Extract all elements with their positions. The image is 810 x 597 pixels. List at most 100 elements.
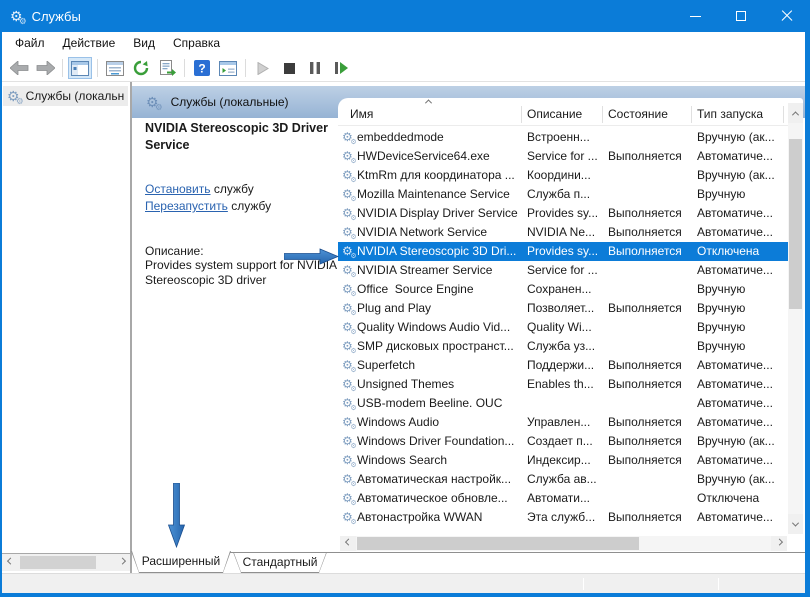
menu-item-действие[interactable]: Действие [54, 32, 125, 55]
service-description: Позволяет... [527, 301, 605, 315]
service-gear-icon [342, 511, 353, 523]
service-row[interactable]: Windows Audio Управлен... Выполняется Ав… [338, 413, 788, 432]
close-button[interactable] [764, 0, 810, 32]
export-list-button[interactable] [155, 57, 179, 79]
service-row[interactable]: USB-modem Beeline. OUC Автоматиче... [338, 394, 788, 413]
stop-service-icon [284, 63, 295, 74]
restart-service-link[interactable]: Перезапустить [145, 199, 228, 213]
forward-button[interactable] [33, 57, 57, 79]
restart-service-icon [335, 62, 348, 74]
toolbar: ? [2, 55, 805, 82]
svg-text:?: ? [198, 62, 205, 76]
restart-service-button[interactable] [329, 57, 353, 79]
service-row[interactable]: Windows Search Индексир... Выполняется А… [338, 451, 788, 470]
column-header-startup-type[interactable]: Тип запуска [697, 107, 763, 121]
menu-item-вид[interactable]: Вид [124, 32, 164, 55]
service-row[interactable]: Windows Driver Foundation... Создает п..… [338, 432, 788, 451]
service-row[interactable]: HWDeviceService64.exe Service for ... Вы… [338, 147, 788, 166]
service-row[interactable]: NVIDIA Network Service NVIDIA Ne... Выпо… [338, 223, 788, 242]
column-header-status[interactable]: Состояние [608, 107, 668, 121]
service-name: Mozilla Maintenance Service [357, 187, 519, 201]
help-icon: ? [194, 60, 210, 76]
service-row[interactable]: KtmRm для координатора ... Координи... В… [338, 166, 788, 185]
properties-button[interactable] [103, 57, 127, 79]
service-name: NVIDIA Streamer Service [357, 263, 519, 277]
service-status: Выполняется [608, 510, 693, 524]
refresh-icon [133, 60, 149, 76]
service-gear-icon [342, 131, 353, 143]
services-window: Службы ФайлДействиеВидСправка [0, 0, 810, 597]
show-action-pane-icon [219, 61, 237, 76]
scroll-right-button[interactable] [114, 554, 130, 571]
service-startup-type: Вручную (ак... [697, 130, 785, 144]
toolbar-separator [245, 59, 246, 77]
column-divider[interactable] [783, 106, 784, 123]
service-status: Выполняется [608, 225, 693, 239]
service-row[interactable]: Quality Windows Audio Vid... Quality Wi.… [338, 318, 788, 337]
scroll-left-button[interactable] [2, 554, 18, 571]
show-action-pane-button[interactable] [216, 57, 240, 79]
list-vertical-scrollbar[interactable] [788, 103, 803, 534]
tree-item-label: Службы (локальные) [26, 89, 124, 103]
back-button[interactable] [7, 57, 31, 79]
service-row[interactable]: Unsigned Themes Enables th... Выполняетс… [338, 375, 788, 394]
service-startup-type: Вручную (ак... [697, 168, 785, 182]
help-button[interactable]: ? [190, 57, 214, 79]
tab-стандартный[interactable]: Стандартный [233, 552, 327, 573]
service-row[interactable]: NVIDIA Stereoscopic 3D Dri... Provides s… [338, 242, 788, 261]
start-service-button[interactable] [251, 57, 275, 79]
menu-item-файл[interactable]: Файл [6, 32, 54, 55]
service-description: Поддержи... [527, 358, 605, 372]
service-description: Service for ... [527, 263, 605, 277]
service-row[interactable]: Автоматическая настройк... Служба ав... … [338, 470, 788, 489]
service-row[interactable]: Автонастройка WWAN Эта служб... Выполняе… [338, 508, 788, 527]
column-divider[interactable] [521, 106, 522, 123]
scrollbar-thumb[interactable] [357, 537, 639, 550]
service-gear-icon [342, 321, 353, 333]
service-row[interactable]: Office Source Engine Сохранен... Вручную [338, 280, 788, 299]
stop-service-line: Остановить службу [145, 181, 345, 198]
service-row[interactable]: SMP дисковых пространст... Служба уз... … [338, 337, 788, 356]
menu-item-справка[interactable]: Справка [164, 32, 229, 55]
status-bar [2, 573, 805, 593]
back-icon [10, 61, 29, 75]
scroll-left-button[interactable] [340, 536, 356, 551]
scrollbar-thumb[interactable] [789, 139, 802, 309]
tree-item-services-local[interactable]: Службы (локальные) [3, 86, 128, 106]
scroll-up-button[interactable] [788, 103, 803, 123]
scroll-down-button[interactable] [788, 514, 803, 534]
column-header-name[interactable]: Имя [350, 107, 373, 121]
refresh-button[interactable] [129, 57, 153, 79]
column-header-description[interactable]: Описание [527, 107, 582, 121]
service-name: NVIDIA Stereoscopic 3D Dri... [357, 244, 519, 258]
service-row[interactable]: NVIDIA Streamer Service Service for ... … [338, 261, 788, 280]
service-row[interactable]: Superfetch Поддержи... Выполняется Автом… [338, 356, 788, 375]
service-name: Автоматическое обновле... [357, 491, 519, 505]
list-horizontal-scrollbar[interactable] [340, 536, 787, 551]
service-row[interactable]: Plug and Play Позволяет... Выполняется В… [338, 299, 788, 318]
service-row[interactable]: Автоматическое обновле... Автомати... От… [338, 489, 788, 508]
start-service-icon [257, 62, 269, 75]
service-row[interactable]: Mozilla Maintenance Service Служба п... … [338, 185, 788, 204]
column-divider[interactable] [691, 106, 692, 123]
tree-horizontal-scrollbar[interactable] [2, 553, 130, 571]
service-startup-type: Вручную (ак... [697, 434, 785, 448]
scrollbar-thumb[interactable] [20, 556, 96, 569]
column-divider[interactable] [602, 106, 603, 123]
service-name: Windows Search [357, 453, 519, 467]
maximize-button[interactable] [718, 0, 764, 32]
service-name: Автонастройка WWAN [357, 510, 519, 524]
service-startup-type: Вручную [697, 301, 785, 315]
menu-bar: ФайлДействиеВидСправка [2, 32, 805, 55]
stop-service-link[interactable]: Остановить [145, 182, 211, 196]
service-row[interactable]: embeddedmode Встроенн... Вручную (ак... [338, 128, 788, 147]
service-status: Выполняется [608, 206, 693, 220]
service-row[interactable]: NVIDIA Display Driver Service Provides s… [338, 204, 788, 223]
show-console-tree-button[interactable] [68, 57, 92, 79]
tab-расширенный[interactable]: Расширенный [131, 551, 231, 573]
service-startup-type: Автоматиче... [697, 377, 785, 391]
minimize-button[interactable] [672, 0, 718, 32]
scroll-right-button[interactable] [771, 536, 787, 551]
stop-service-button[interactable] [277, 57, 301, 79]
pause-service-button[interactable] [303, 57, 327, 79]
